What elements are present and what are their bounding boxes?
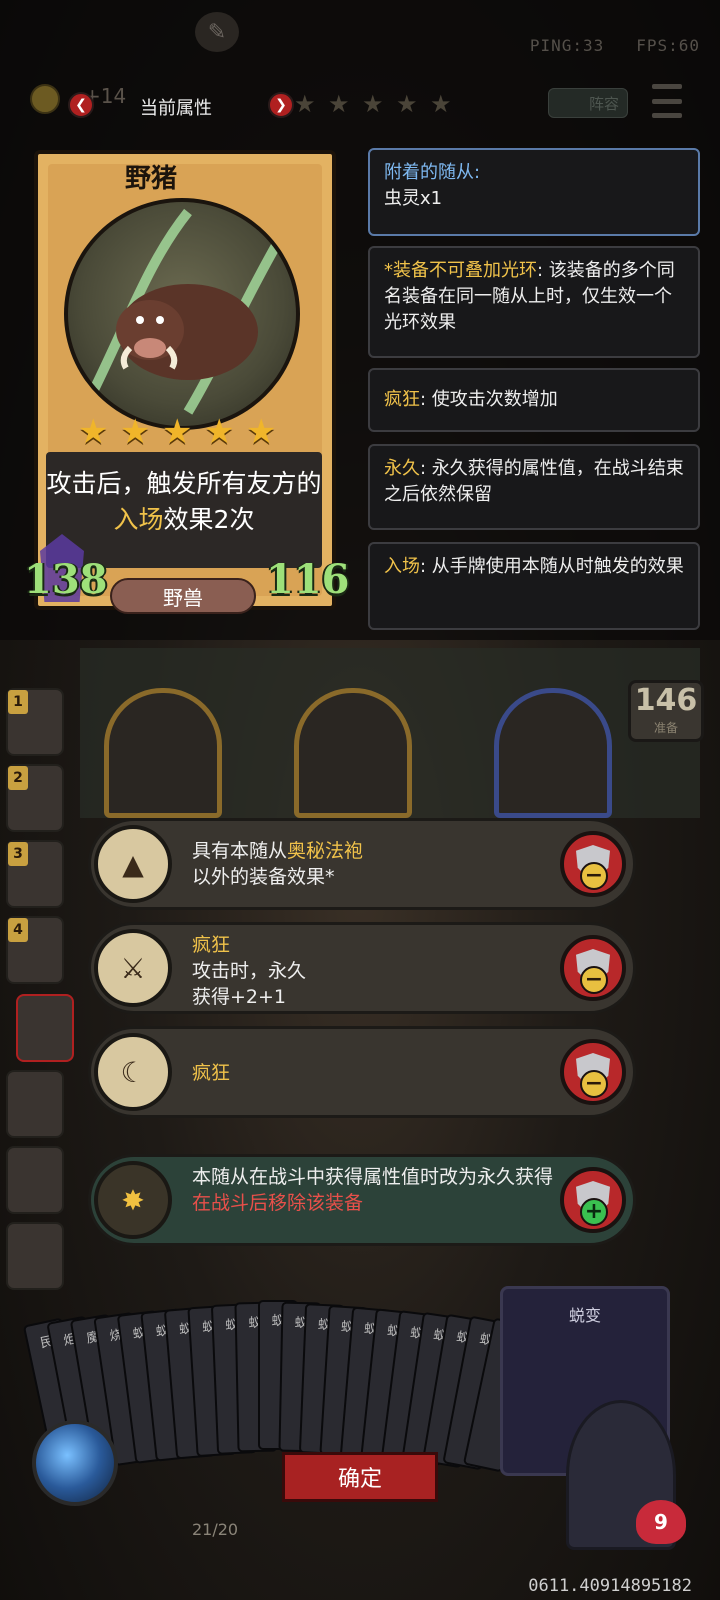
slot-number: 1 [8,690,28,714]
minus-icon: − [580,1070,608,1098]
deck-count: 21/20 [192,1520,239,1539]
horn-icon: ☾ [94,1033,172,1111]
top-star-icon: ★ [294,90,316,118]
fuse-icon: ✸ [94,1161,172,1239]
card-star-icon: ★ [120,412,151,452]
health-value: 116 [266,556,350,603]
boar-portrait [64,198,300,430]
team-slot-8[interactable] [6,1222,64,1290]
team-button[interactable]: 阵容 [548,88,628,118]
card-star-icon: ★ [246,412,277,452]
team-slot-5[interactable] [16,994,74,1062]
board-minion-2[interactable] [294,688,412,818]
equip-text: 本随从在战斗中获得属性值时改为永久获得 在战斗后移除该装备 [192,1166,554,1214]
hero-health-heart: 9 [636,1500,686,1544]
menu-icon[interactable] [652,84,682,118]
card-name: 野猪 [124,164,177,194]
keyword-panel-aura: *装备不可叠加光环: 该装备的多个同名装备在同一随从上时，仅生效一个光环效果 [368,246,700,358]
keyword-panel-permanent: 永久: 永久获得的属性值，在战斗结束之后依然保留 [368,444,700,530]
keyword-panel-frenzy: 疯狂: 使攻击次数增加 [368,368,700,432]
chat-icon: ✎ [207,19,227,45]
card-star-icon: ★ [204,412,235,452]
coin-icon [30,84,60,114]
robe-icon: ▲ [94,825,172,903]
chevron-left-icon: ❮ [75,97,87,113]
session-id: 0611.40914895182 [528,1576,692,1596]
chevron-right-icon: ❯ [275,97,287,113]
attack-value: 138 [24,556,108,603]
crystal-orb-icon [32,1420,118,1506]
minus-icon: − [580,862,608,890]
featured-card-name: 蜕变 [568,1306,601,1325]
minus-icon: − [580,966,608,994]
crossed-swords-icon: ⚔ [94,929,172,1007]
confirm-button[interactable]: 确定 [282,1452,438,1502]
board-minion-3[interactable] [494,688,612,818]
next-arrow-button[interactable]: ❯ [268,92,294,118]
top-star-icon: ★ [362,90,384,118]
attr-title: 当前属性 [140,98,212,119]
ping-fps-readout: PING:33 FPS:60 [529,36,700,55]
equip-text: 具有本随从奥秘法袍 以外的装备效果* [192,840,364,888]
card-description: 攻击后，触发所有友方的入场效果2次 [46,469,322,534]
board-minion-1[interactable] [104,688,222,818]
slot-number: 4 [8,918,28,942]
prev-arrow-button[interactable]: ❮ [68,92,94,118]
chat-button[interactable]: ✎ [195,12,239,52]
top-star-icon: ★ [328,90,350,118]
equip-text: 疯狂 [192,1062,231,1084]
equip-text: 疯狂 攻击时，永久 获得+2+1 [192,934,307,1008]
card-star-icon: ★ [78,412,109,452]
slot-number: 3 [8,842,28,866]
slot-number: 2 [8,766,28,790]
keyword-panel-attached: 附着的随从: 虫灵x1 [368,148,700,236]
tribe-badge: 野兽 [110,578,256,614]
team-slot-6[interactable] [6,1070,64,1138]
keyword-panel-battlecry: 入场: 从手牌使用本随从时触发的效果 [368,542,700,630]
team-slot-7[interactable] [6,1146,64,1214]
team-label: 阵容 [588,94,619,113]
top-star-icon: ★ [430,90,452,118]
card-star-icon: ★ [162,412,193,452]
plus-icon: + [580,1198,608,1226]
deck-counter: 146 准备 [628,680,704,742]
top-star-icon: ★ [396,90,418,118]
